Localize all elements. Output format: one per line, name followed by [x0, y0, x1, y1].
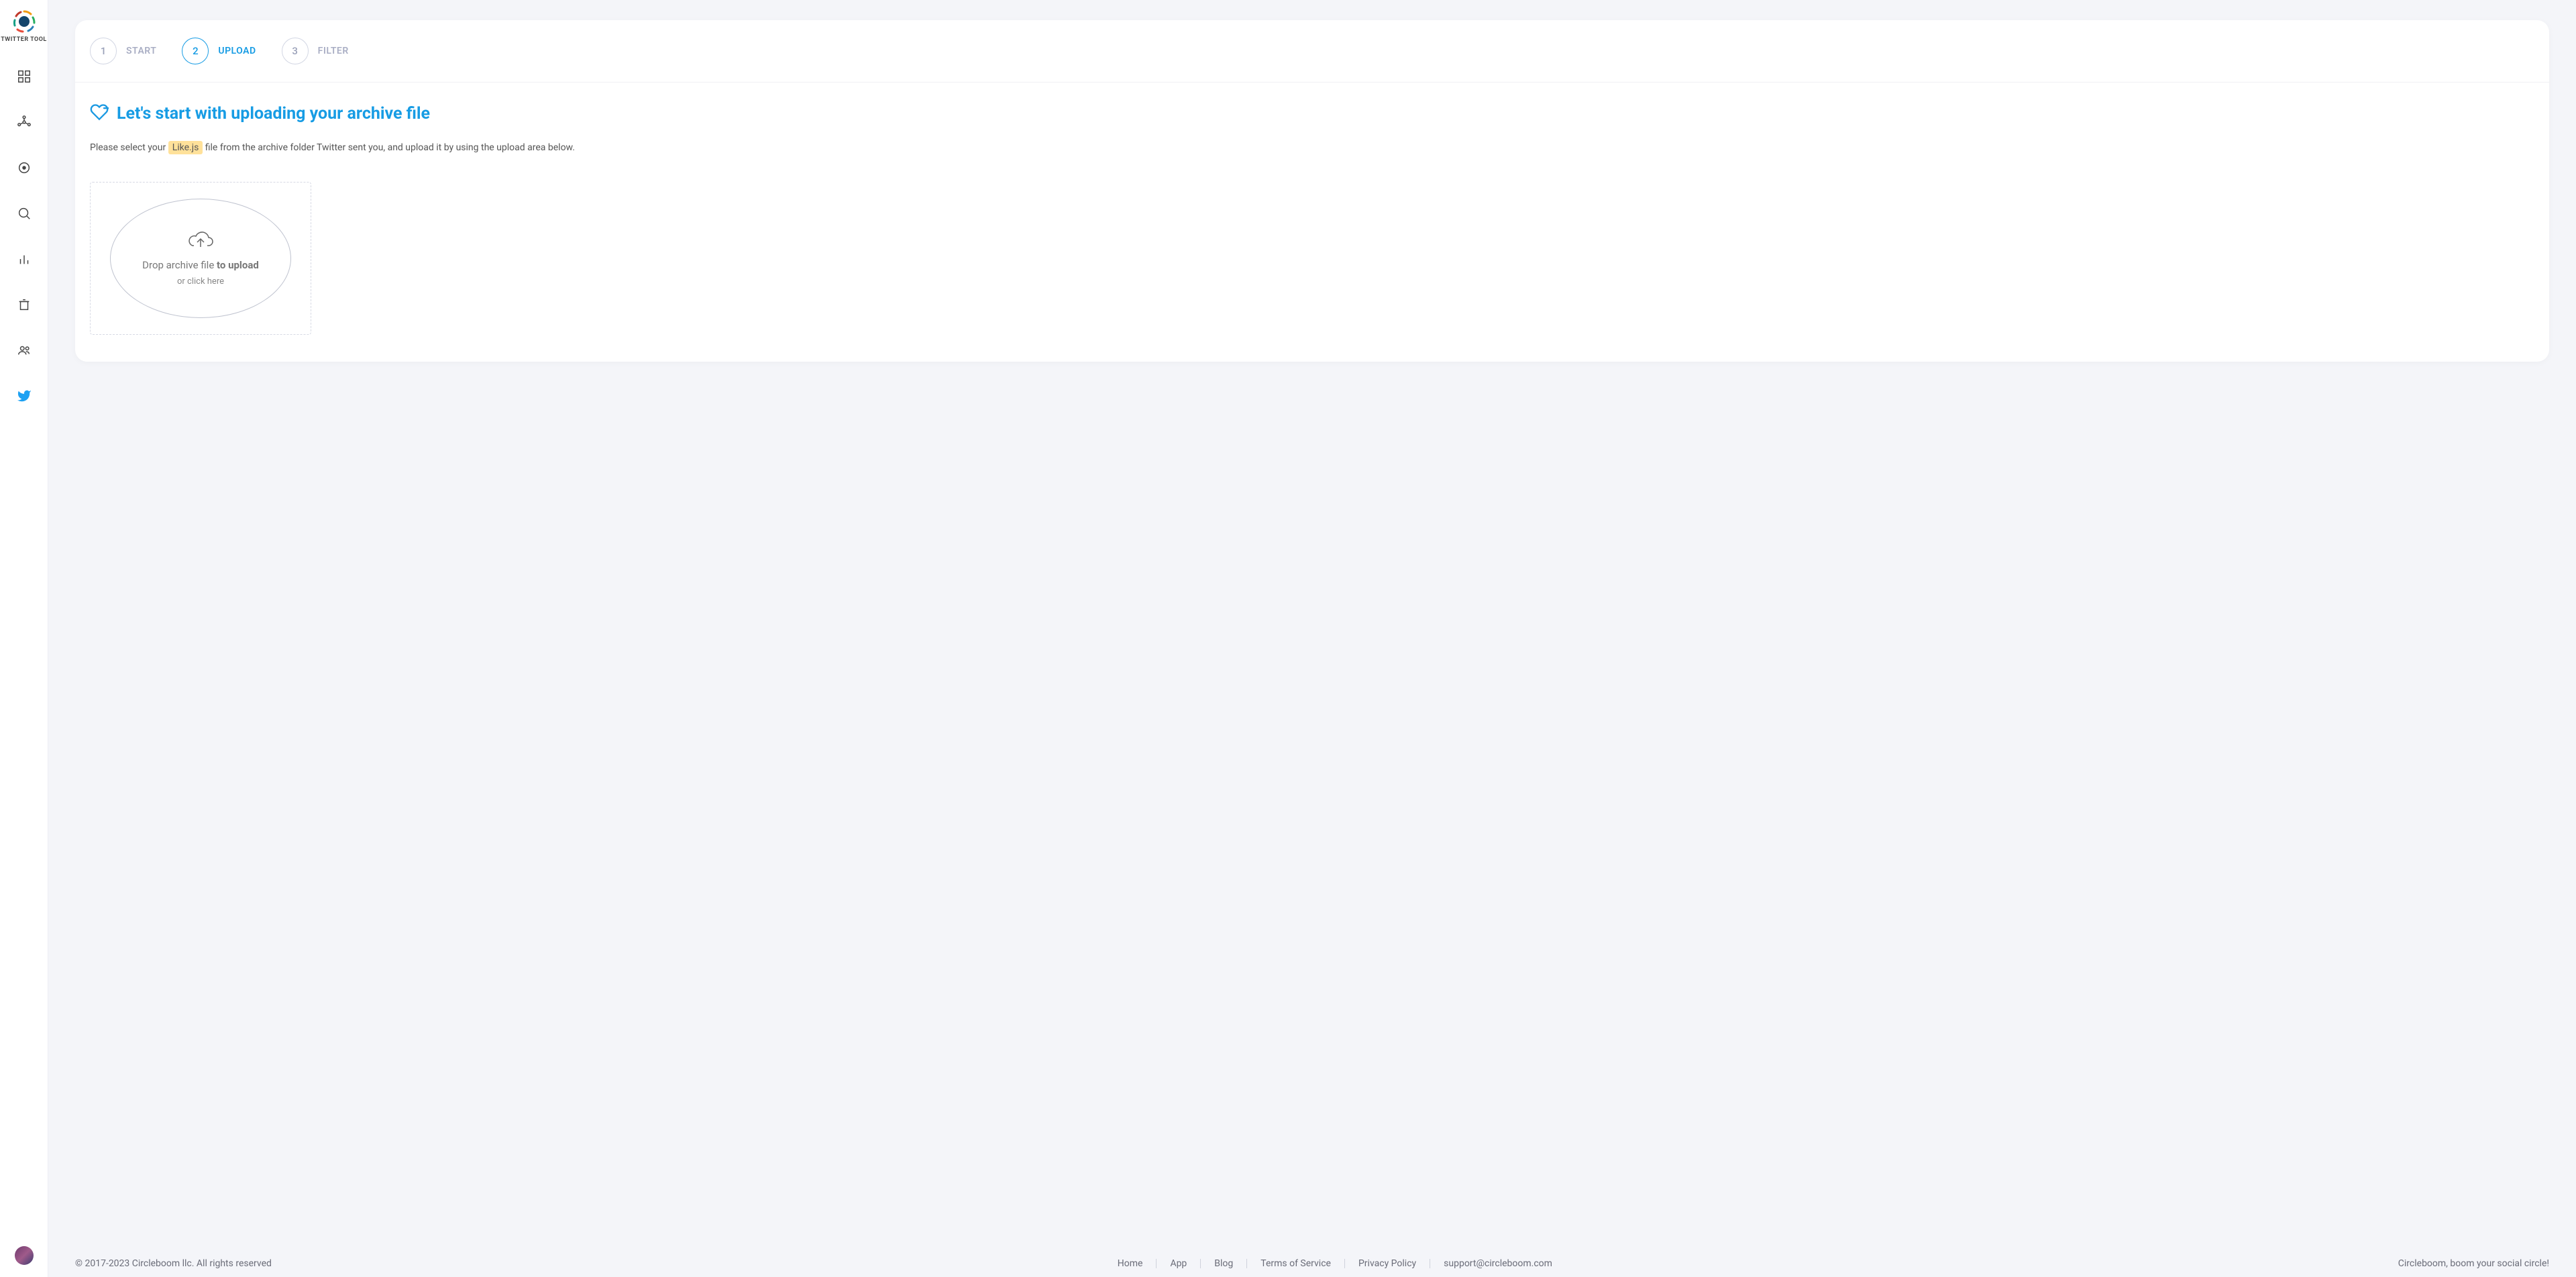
- upload-oval: Drop archive file to upload or click her…: [110, 199, 291, 318]
- page-title: Let's start with uploading your archive …: [117, 104, 430, 123]
- footer-link-blog[interactable]: Blog: [1214, 1258, 1233, 1269]
- trash-icon[interactable]: [11, 291, 38, 318]
- file-pill: Like.js: [168, 141, 203, 154]
- avatar[interactable]: [15, 1246, 34, 1265]
- desc-post: file from the archive folder Twitter sen…: [203, 142, 575, 153]
- heart-icon: [90, 103, 109, 124]
- separator: [1344, 1259, 1345, 1268]
- step-start[interactable]: 1 START: [90, 38, 156, 64]
- separator: [1156, 1259, 1157, 1268]
- brand-text: TWITTER TOOL: [1, 36, 47, 43]
- step-number: 3: [282, 38, 309, 64]
- chart-icon[interactable]: [11, 246, 38, 272]
- step-number: 2: [182, 38, 209, 64]
- footer-link-privacy[interactable]: Privacy Policy: [1358, 1258, 1416, 1269]
- step-number: 1: [90, 38, 117, 64]
- step-filter[interactable]: 3 FILTER: [282, 38, 349, 64]
- sidebar: TWITTER TOOL: [0, 0, 48, 1277]
- main-content: 1 START 2 UPLOAD 3 FILTER Let's star: [48, 0, 2576, 1277]
- network-icon[interactable]: [11, 109, 38, 136]
- step-upload[interactable]: 2 UPLOAD: [182, 38, 256, 64]
- target-icon[interactable]: [11, 154, 38, 181]
- stepper: 1 START 2 UPLOAD 3 FILTER: [75, 20, 2549, 83]
- twitter-icon[interactable]: [11, 382, 38, 409]
- people-icon[interactable]: [11, 337, 38, 364]
- footer-link-email[interactable]: support@circleboom.com: [1444, 1258, 1552, 1269]
- footer-link-app[interactable]: App: [1170, 1258, 1187, 1269]
- separator: [1200, 1259, 1201, 1268]
- tagline: Circleboom, boom your social circle!: [2398, 1258, 2549, 1269]
- upload-line1-pre: Drop archive file: [142, 259, 217, 271]
- logo[interactable]: TWITTER TOOL: [1, 9, 47, 43]
- desc-pre: Please select your: [90, 142, 168, 153]
- footer-link-tos[interactable]: Terms of Service: [1260, 1258, 1331, 1269]
- footer: © 2017-2023 Circleboom llc. All rights r…: [75, 1246, 2549, 1277]
- description: Please select your Like.js file from the…: [90, 140, 2534, 155]
- upload-sub: or click here: [177, 276, 224, 287]
- separator: [1246, 1259, 1247, 1268]
- step-label: FILTER: [318, 46, 349, 56]
- upload-line1-bold: to upload: [217, 259, 259, 271]
- footer-link-home[interactable]: Home: [1118, 1258, 1143, 1269]
- upload-line1: Drop archive file to upload: [142, 259, 259, 271]
- upload-card: 1 START 2 UPLOAD 3 FILTER Let's star: [75, 20, 2549, 362]
- copyright: © 2017-2023 Circleboom llc. All rights r…: [75, 1258, 272, 1269]
- cloud-upload-icon: [187, 231, 214, 254]
- upload-dropzone[interactable]: Drop archive file to upload or click her…: [90, 182, 311, 335]
- step-label: UPLOAD: [218, 46, 256, 56]
- search-icon[interactable]: [11, 200, 38, 227]
- dashboard-icon[interactable]: [11, 63, 38, 90]
- step-label: START: [126, 46, 156, 56]
